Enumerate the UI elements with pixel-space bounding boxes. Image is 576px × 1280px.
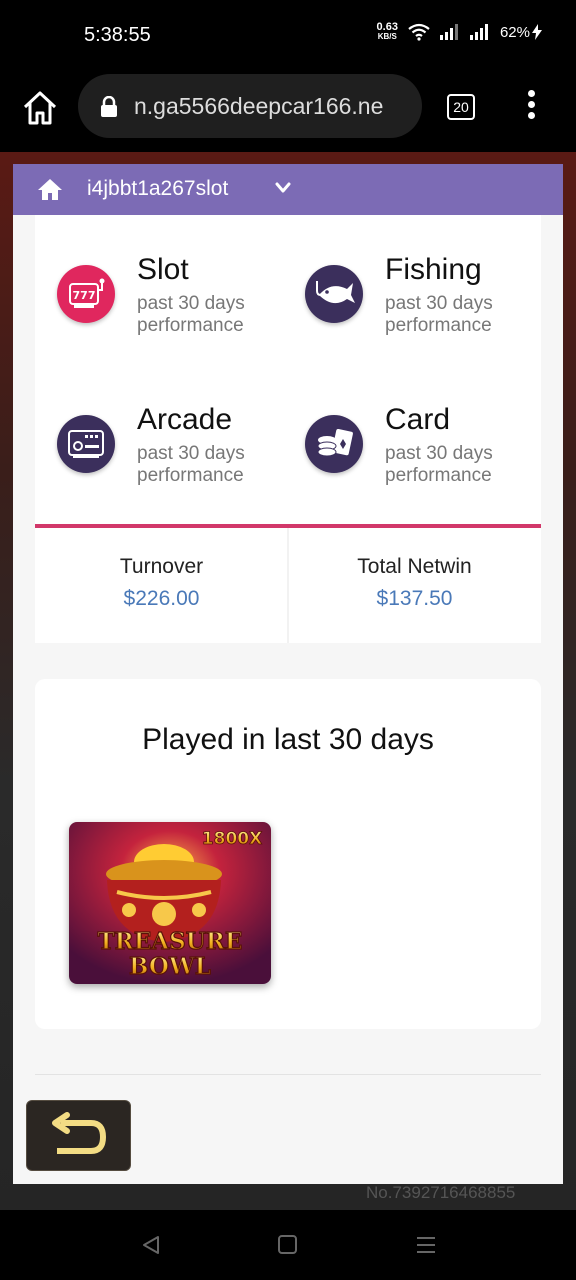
user-header: i4jbbt1a267slot [13,164,563,215]
category-subtitle: past 30 days performance [385,443,493,486]
back-button[interactable] [26,1100,131,1171]
serial-number: No.7392716468855 [366,1183,516,1202]
charging-icon [532,24,542,40]
category-fishing[interactable]: Fishing past 30 days performance [305,253,535,375]
arcade-icon [57,415,115,473]
game-multiplier: 1800X [202,829,262,849]
netwin-label: Total Netwin [357,555,472,578]
category-subtitle: past 30 days performance [137,293,245,336]
category-slot[interactable]: 777 Slot past 30 days performance [57,253,287,375]
fish-icon [305,265,363,323]
wifi-icon [408,23,430,41]
slot-machine-icon: 777 [57,265,115,323]
game-tile-treasure-bowl[interactable]: 1800X TREASURE BOWL [69,822,271,984]
lock-icon [101,96,117,117]
game-name-line2: BOWL [129,953,211,980]
chevron-down-icon[interactable] [275,181,291,195]
turnover-value: $226.00 [123,587,200,610]
category-title: Fishing [385,253,482,286]
turnover-stat: Turnover $226.00 [35,555,288,611]
svg-text:777: 777 [73,289,96,302]
signal-icon-1 [439,24,458,40]
address-bar[interactable]: n.ga5566deepcar166.ne [78,74,422,138]
net-speed-value: 0.63 [376,21,398,33]
net-speed: 0.63 KB/S [377,22,398,42]
footer-divider [35,1074,541,1075]
browser-menu-icon[interactable] [524,90,538,124]
home-icon[interactable] [37,177,63,201]
category-subtitle: past 30 days performance [385,293,493,336]
return-arrow-icon [52,1112,106,1154]
browser-toolbar: n.ga5566deepcar166.ne 20 [0,72,576,152]
signal-icon-2 [469,24,488,40]
turnover-label: Turnover [119,555,204,578]
netwin-value: $137.50 [376,587,453,610]
category-card: 777 Slot past 30 days performance Fishin… [35,215,541,643]
system-nav-bar [0,1210,576,1280]
category-title: Card [385,403,451,436]
tab-switcher-button[interactable]: 20 [447,94,475,120]
nav-back-icon[interactable] [140,1234,162,1256]
url-text[interactable]: n.ga5566deepcar166.ne [134,93,416,120]
status-bar: 5:38:55 0.63 KB/S 62% [0,0,576,72]
nav-home-icon[interactable] [278,1235,297,1254]
netwin-stat: Total Netwin $137.50 [288,555,541,611]
game-name-line1: TREASURE [98,928,243,955]
status-icons: 0.63 KB/S 62% [377,22,542,42]
browser-home-icon[interactable] [20,88,60,128]
cards-icon [305,415,363,473]
category-card-games[interactable]: Card past 30 days performance [305,403,535,525]
played-games-card: Played in last 30 days 1800X TREASURE BO… [35,679,541,1029]
category-subtitle: past 30 days performance [137,443,245,486]
category-title: Slot [137,253,189,286]
played-section-title: Played in last 30 days [142,723,434,756]
battery-percent: 62% [499,23,530,41]
category-title: Arcade [137,403,233,436]
nav-recents-icon[interactable] [415,1234,437,1256]
net-speed-unit: KB/S [377,32,397,41]
performance-panel: i4jbbt1a267slot 777 Slot past 30 days pe… [13,164,563,1184]
status-time: 5:38:55 [84,24,151,46]
category-arcade[interactable]: Arcade past 30 days performance [57,403,287,525]
username-dropdown[interactable]: i4jbbt1a267slot [87,177,228,201]
